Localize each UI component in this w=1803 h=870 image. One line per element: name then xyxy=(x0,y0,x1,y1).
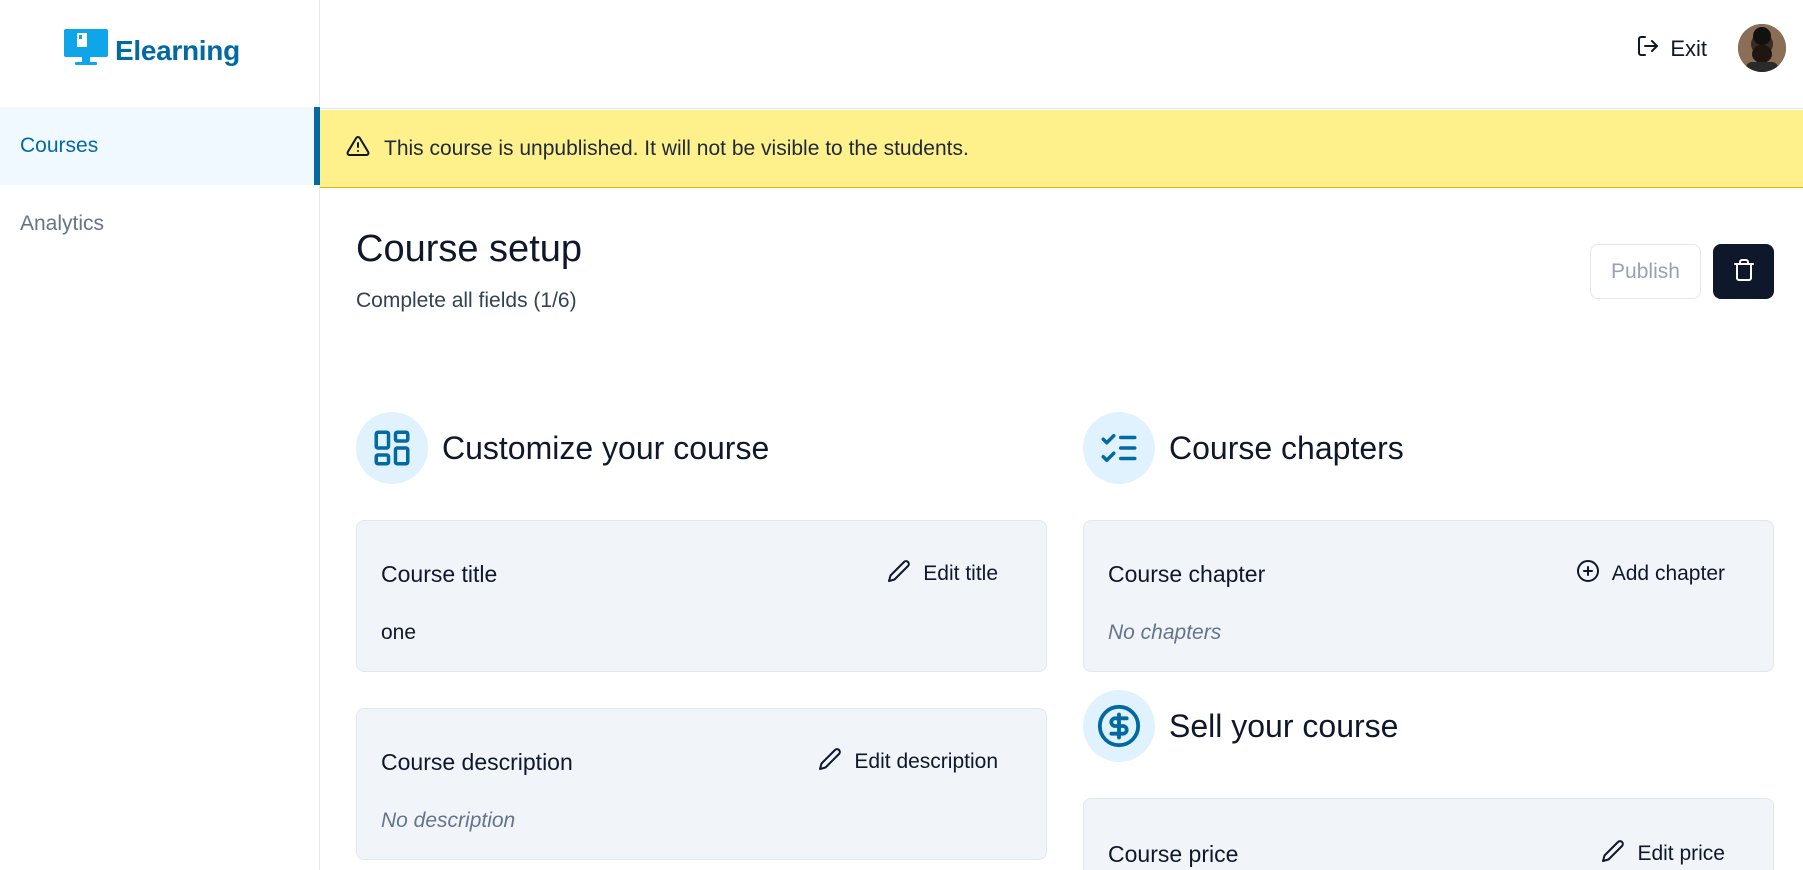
add-chapter-button[interactable]: Add chapter xyxy=(1576,559,1725,589)
action-label: Add chapter xyxy=(1611,562,1725,585)
avatar[interactable] xyxy=(1738,24,1786,72)
section-title: Customize your course xyxy=(442,429,770,466)
chapters-section-header: Course chapters xyxy=(1083,412,1404,484)
exit-button[interactable]: Exit xyxy=(1636,34,1707,64)
edit-title-button[interactable]: Edit title xyxy=(887,559,998,589)
action-label: Edit title xyxy=(923,562,998,585)
sidebar-item-label: Courses xyxy=(20,134,99,157)
publish-button[interactable]: Publish xyxy=(1590,244,1701,299)
circle-dollar-sign-icon xyxy=(1083,690,1155,762)
card-label: Course chapter xyxy=(1108,561,1266,587)
pencil-icon xyxy=(1601,839,1625,869)
unpublished-banner: This course is unpublished. It will not … xyxy=(320,110,1803,188)
card-label: Course price xyxy=(1108,841,1239,867)
customize-section-header: Customize your course xyxy=(356,412,769,484)
page-title: Course setup xyxy=(356,228,583,270)
section-title: Sell your course xyxy=(1169,707,1399,744)
action-label: Edit price xyxy=(1637,842,1725,865)
pencil-icon xyxy=(818,747,842,777)
plus-circle-icon xyxy=(1576,559,1600,589)
pencil-icon xyxy=(887,559,911,589)
sidebar-item-courses[interactable]: Courses xyxy=(0,107,320,185)
exit-label: Exit xyxy=(1670,36,1707,61)
trash-icon xyxy=(1732,258,1756,285)
edit-price-button[interactable]: Edit price xyxy=(1601,839,1725,869)
page-subtitle: Complete all fields (1/6) xyxy=(356,289,577,312)
app-name: Elearning xyxy=(115,34,240,66)
delete-button[interactable] xyxy=(1713,244,1774,299)
logo[interactable]: Elearning xyxy=(63,28,240,73)
edit-description-button[interactable]: Edit description xyxy=(818,747,998,777)
course-price-card: Course price Edit price xyxy=(1083,798,1774,870)
sidebar-item-label: Analytics xyxy=(20,212,105,235)
list-checks-icon xyxy=(1083,412,1155,484)
sell-section-header: Sell your course xyxy=(1083,690,1398,762)
monitor-icon xyxy=(63,28,109,73)
layout-dashboard-icon xyxy=(356,412,428,484)
banner-text: This course is unpublished. It will not … xyxy=(384,136,969,160)
section-title: Course chapters xyxy=(1169,429,1404,466)
course-chapter-card: Course chapter Add chapter No chapters xyxy=(1083,520,1774,672)
action-label: Edit description xyxy=(854,750,998,773)
top-bar: Exit xyxy=(320,0,1803,109)
warning-icon xyxy=(346,134,370,164)
logout-icon xyxy=(1636,34,1660,64)
card-label: Course title xyxy=(381,561,498,587)
course-title-card: Course title Edit title one xyxy=(356,520,1047,672)
course-description-value: No description xyxy=(381,809,516,832)
sidebar-item-analytics[interactable]: Analytics xyxy=(0,185,320,263)
course-chapter-value: No chapters xyxy=(1108,621,1222,644)
course-description-card: Course description Edit description No d… xyxy=(356,708,1047,860)
course-title-value: one xyxy=(381,621,417,644)
card-label: Course description xyxy=(381,749,573,775)
sidebar: Elearning Courses Analytics xyxy=(0,0,320,870)
